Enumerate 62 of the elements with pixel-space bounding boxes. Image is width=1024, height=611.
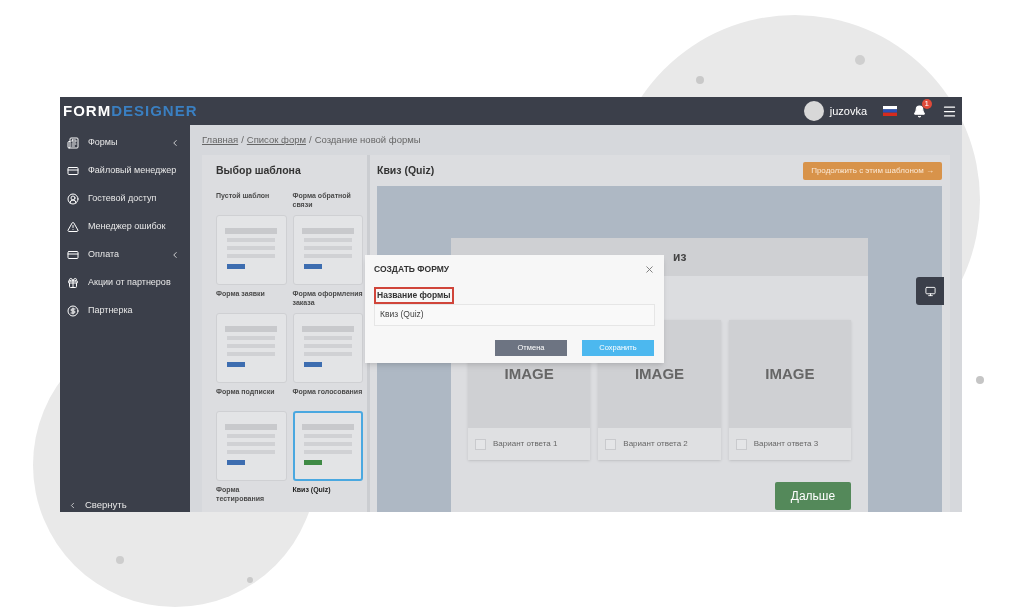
form-preview-drawing (225, 325, 278, 370)
chevron-icon (170, 250, 180, 260)
notification-badge: 1 (921, 98, 932, 109)
form-preview-drawing (301, 325, 354, 370)
sidebar-item-icon (67, 249, 79, 261)
avatar-icon[interactable] (803, 101, 824, 121)
template-thumbnail[interactable] (292, 312, 363, 383)
form-preview-drawing (225, 423, 278, 468)
sidebar-item-icon (67, 193, 79, 205)
username[interactable]: juzovka (829, 102, 867, 120)
template-thumbnail[interactable] (292, 410, 363, 481)
sidebar-item[interactable]: Акции от партнеров (60, 269, 190, 297)
template-thumbnail[interactable] (292, 214, 363, 285)
breadcrumb-separator: / (241, 132, 244, 147)
section-title: Выбор шаблона (216, 163, 302, 178)
template-thumbnail[interactable] (216, 410, 287, 481)
sidebar-item[interactable]: Гостевой доступ (60, 185, 190, 213)
template-thumbnail[interactable] (216, 312, 287, 383)
quiz-title: из (673, 249, 687, 266)
checkbox[interactable] (475, 438, 486, 450)
sidebar-item[interactable]: Менеджер ошибок (60, 213, 190, 241)
bell-icon[interactable] (913, 104, 926, 118)
collapse-button[interactable]: Свернуть (60, 498, 190, 512)
form-name-field[interactable]: Квиз (Quiz) (374, 303, 655, 326)
logo[interactable]: FORMDESIGNER (63, 99, 198, 123)
breadcrumb-separator: / (309, 132, 312, 147)
form-preview-drawing (301, 423, 354, 468)
sidebar-item-icon (67, 165, 79, 177)
answer-label: Вариант ответа 2 (623, 438, 688, 450)
checkbox[interactable] (735, 438, 747, 450)
chevron-icon (68, 500, 77, 510)
image-label: IMAGE (765, 363, 815, 384)
form-preview-drawing (301, 227, 354, 272)
close-icon[interactable] (644, 263, 655, 275)
image-label: IMAGE (634, 363, 685, 384)
breadcrumb-link[interactable]: Главная (202, 132, 239, 148)
sidebar-item-icon (67, 305, 79, 317)
answer-label: Вариант ответа 3 (753, 438, 819, 450)
checkbox[interactable] (605, 438, 617, 450)
sidebar-item[interactable]: Партнерка (60, 297, 190, 325)
breadcrumb-current: Создание новой формы (314, 132, 421, 147)
next-button[interactable]: Дальше (775, 482, 851, 510)
sidebar-item[interactable]: Оплата (60, 241, 190, 269)
field-label: Название формы (374, 287, 454, 304)
device-toggle-button[interactable] (916, 277, 944, 305)
answer-label: Вариант ответа 1 (493, 438, 558, 450)
image-label: IMAGE (504, 363, 554, 384)
form-preview-drawing (225, 227, 278, 272)
sidebar-item-icon (67, 137, 79, 149)
sidebar-item[interactable]: Формы (60, 129, 190, 157)
chevron-icon (170, 138, 180, 148)
monitor-icon (924, 285, 936, 297)
menu-icon[interactable] (942, 103, 957, 119)
preview-title: Квиз (Quiz) (377, 162, 435, 178)
flag-icon[interactable] (883, 106, 897, 116)
sidebar-item-icon (67, 277, 79, 289)
answer-card[interactable]: IMAGE Вариант ответа 3 (728, 320, 851, 460)
template-thumbnail[interactable] (216, 214, 287, 285)
breadcrumb-link[interactable]: Список форм (246, 132, 306, 148)
sidebar-item-icon (67, 221, 79, 233)
dialog-title: СОЗДАТЬ ФОРМУ (374, 262, 450, 276)
sidebar-item[interactable]: Файловый менеджер (60, 157, 190, 185)
